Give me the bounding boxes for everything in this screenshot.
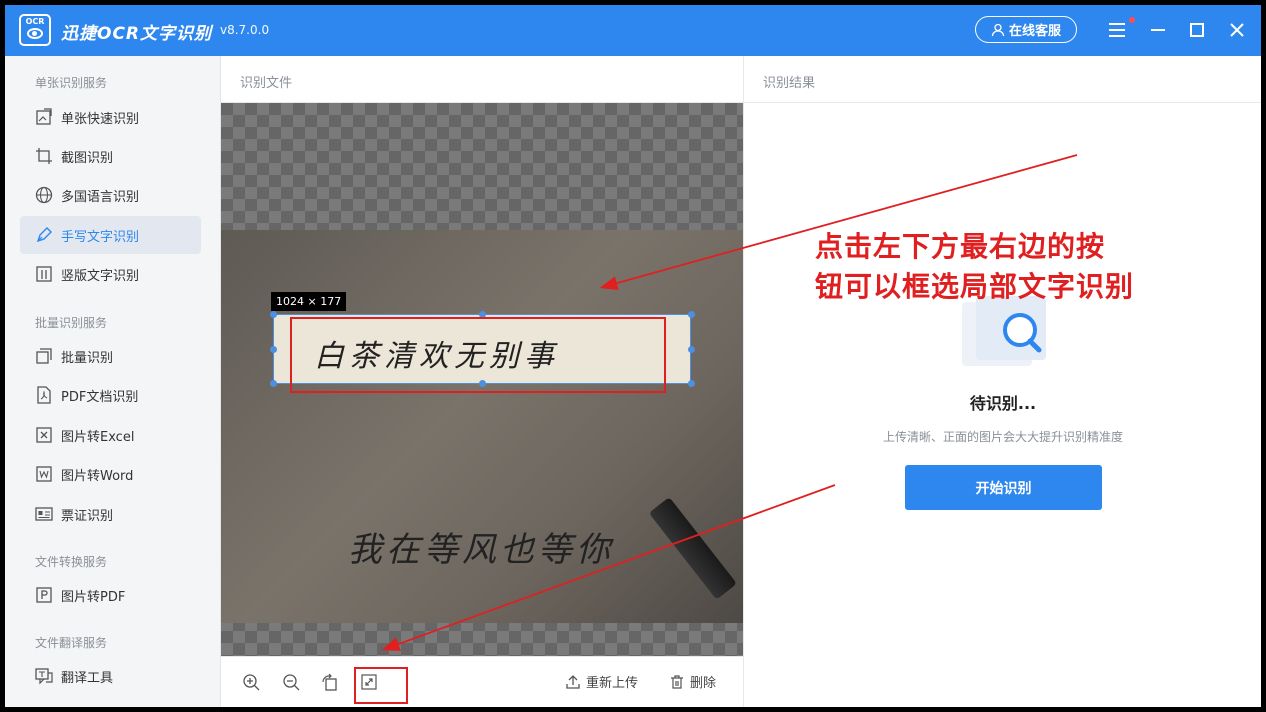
sidebar-item-label: 截图识别: [61, 150, 114, 166]
sidebar-item-screenshot[interactable]: 截图识别: [20, 137, 201, 175]
sidebar-item-batch[interactable]: 批量识别: [20, 337, 201, 375]
minimize-icon: [1151, 29, 1165, 31]
resize-handle[interactable]: [270, 346, 277, 353]
pen-icon: [35, 226, 53, 244]
online-service-button[interactable]: 在线客服: [975, 16, 1077, 43]
user-icon: [991, 23, 1005, 36]
rotate-button[interactable]: [319, 671, 341, 693]
section-title-batch: 批量识别服务: [35, 316, 108, 330]
section-title-convert: 文件转换服务: [35, 555, 108, 569]
annotation-text: 点击左下方最右边的按 钮可以框选局部文字识别: [815, 227, 1134, 307]
sidebar-item-label: 图片转Word: [61, 468, 134, 484]
annotation-line-2: 钮可以框选局部文字识别: [815, 270, 1135, 303]
batch-icon: [35, 347, 53, 365]
app-window: OCR 迅捷OCR文字识别 v8.7.0.0 在线客服 单张识别服务 单张快速识…: [5, 5, 1261, 707]
zoom-out-button[interactable]: [280, 671, 302, 693]
globe-icon: [35, 186, 53, 204]
sidebar-item-multilanguage[interactable]: 多国语言识别: [20, 176, 201, 214]
pdf-icon: [35, 386, 53, 404]
sidebar-item-id-card[interactable]: 票证识别: [20, 495, 201, 533]
sidebar-item-word[interactable]: 图片转Word: [20, 455, 201, 493]
annotation-highlight-button: [354, 667, 408, 704]
trash-icon: [671, 674, 683, 689]
result-panel: 识别结果 待识别... 上传清晰、正面的图片会大大提升识别精准度 开始识别: [743, 56, 1261, 707]
zoom-in-icon: [243, 674, 260, 691]
hamburger-icon: [1109, 23, 1125, 37]
sidebar-item-label: PDF文档识别: [61, 389, 139, 405]
resize-handle[interactable]: [688, 380, 695, 387]
sidebar-item-label: 批量识别: [61, 350, 114, 366]
sidebar-item-label: 竖版文字识别: [61, 268, 140, 284]
resize-handle[interactable]: [270, 380, 277, 387]
maximize-button[interactable]: [1185, 18, 1209, 42]
start-recognition-button[interactable]: 开始识别: [905, 465, 1102, 510]
menu-button[interactable]: [1105, 18, 1129, 42]
crop-icon: [35, 147, 53, 165]
translate-icon: [35, 667, 53, 685]
close-button[interactable]: [1225, 18, 1249, 42]
title-bar: OCR 迅捷OCR文字识别 v8.7.0.0 在线客服: [5, 5, 1261, 56]
section-title-translate: 文件翻译服务: [35, 636, 108, 650]
sidebar-item-label: 翻译工具: [61, 670, 114, 686]
app-version: v8.7.0.0: [220, 23, 270, 37]
sidebar-item-label: 图片转PDF: [61, 589, 126, 605]
image-canvas[interactable]: 我在等风也等你 1024 × 177 白茶清欢无别事: [221, 103, 743, 656]
pdf-convert-icon: [35, 586, 53, 604]
minimize-button[interactable]: [1146, 18, 1170, 42]
id-card-icon: [35, 505, 53, 523]
sidebar-item-vertical-text[interactable]: 竖版文字识别: [20, 255, 201, 293]
pending-status: 待识别...: [969, 394, 1037, 413]
sidebar-item-translate[interactable]: 翻译工具: [20, 657, 201, 695]
magnifier-document-icon: [962, 296, 1046, 366]
pen-image: [648, 496, 737, 600]
sidebar-item-quick-recognize[interactable]: 单张快速识别: [20, 98, 201, 136]
image-scan-icon: [35, 108, 53, 126]
image-toolbar: 重新上传 删除: [221, 656, 743, 707]
result-panel-header: 识别结果: [744, 56, 1261, 103]
vertical-text-icon: [35, 265, 53, 283]
delete-label: 删除: [690, 676, 717, 691]
reupload-label: 重新上传: [586, 676, 639, 691]
delete-button[interactable]: 删除: [669, 672, 716, 691]
upload-hint: 上传清晰、正面的图片会大大提升识别精准度: [882, 430, 1123, 444]
close-icon: [1230, 23, 1244, 37]
upload-icon: [566, 674, 580, 689]
maximize-icon: [1190, 23, 1204, 37]
sidebar-item-label: 单张快速识别: [61, 111, 140, 127]
sidebar-item-label: 多国语言识别: [61, 189, 140, 205]
sidebar-item-label: 图片转Excel: [61, 429, 135, 445]
app-title: 迅捷OCR文字识别: [61, 24, 213, 44]
handwriting-photo: 我在等风也等你: [221, 230, 743, 623]
sidebar-item-image-to-pdf[interactable]: 图片转PDF: [20, 576, 201, 614]
selection-size-label: 1024 × 177: [271, 292, 347, 311]
online-service-label: 在线客服: [1008, 24, 1061, 39]
sidebar-item-handwriting[interactable]: 手写文字识别: [20, 216, 201, 254]
word-icon: [35, 465, 53, 483]
logo-text: OCR: [25, 17, 45, 26]
section-title-single: 单张识别服务: [35, 76, 108, 90]
sidebar-item-label: 票证识别: [61, 508, 114, 524]
sidebar: 单张识别服务 单张快速识别 截图识别 多国语言识别 手写文字识别 竖版文字识别 …: [5, 56, 221, 707]
excel-icon: [35, 426, 53, 444]
ocr-logo-icon: OCR: [19, 14, 51, 46]
zoom-out-icon: [283, 674, 300, 691]
resize-handle[interactable]: [688, 311, 695, 318]
file-panel-header: 识别文件: [221, 56, 743, 103]
file-panel: 识别文件 我在等风也等你 1024 × 177 白茶清欢无别事 重新上传 删除: [221, 56, 743, 707]
rotate-icon: [322, 673, 337, 691]
annotation-line-1: 点击左下方最右边的按: [815, 230, 1106, 263]
resize-handle[interactable]: [688, 346, 695, 353]
annotation-highlight-text: [290, 317, 666, 393]
notification-dot: [1129, 17, 1135, 23]
resize-handle[interactable]: [270, 311, 277, 318]
sidebar-item-label: 手写文字识别: [61, 229, 140, 245]
handwriting-line-2: 我在等风也等你: [348, 530, 614, 570]
reupload-button[interactable]: 重新上传: [565, 672, 638, 691]
sidebar-item-excel[interactable]: 图片转Excel: [20, 416, 201, 454]
zoom-in-button[interactable]: [240, 671, 262, 693]
sidebar-item-pdf[interactable]: PDF文档识别: [20, 376, 201, 414]
